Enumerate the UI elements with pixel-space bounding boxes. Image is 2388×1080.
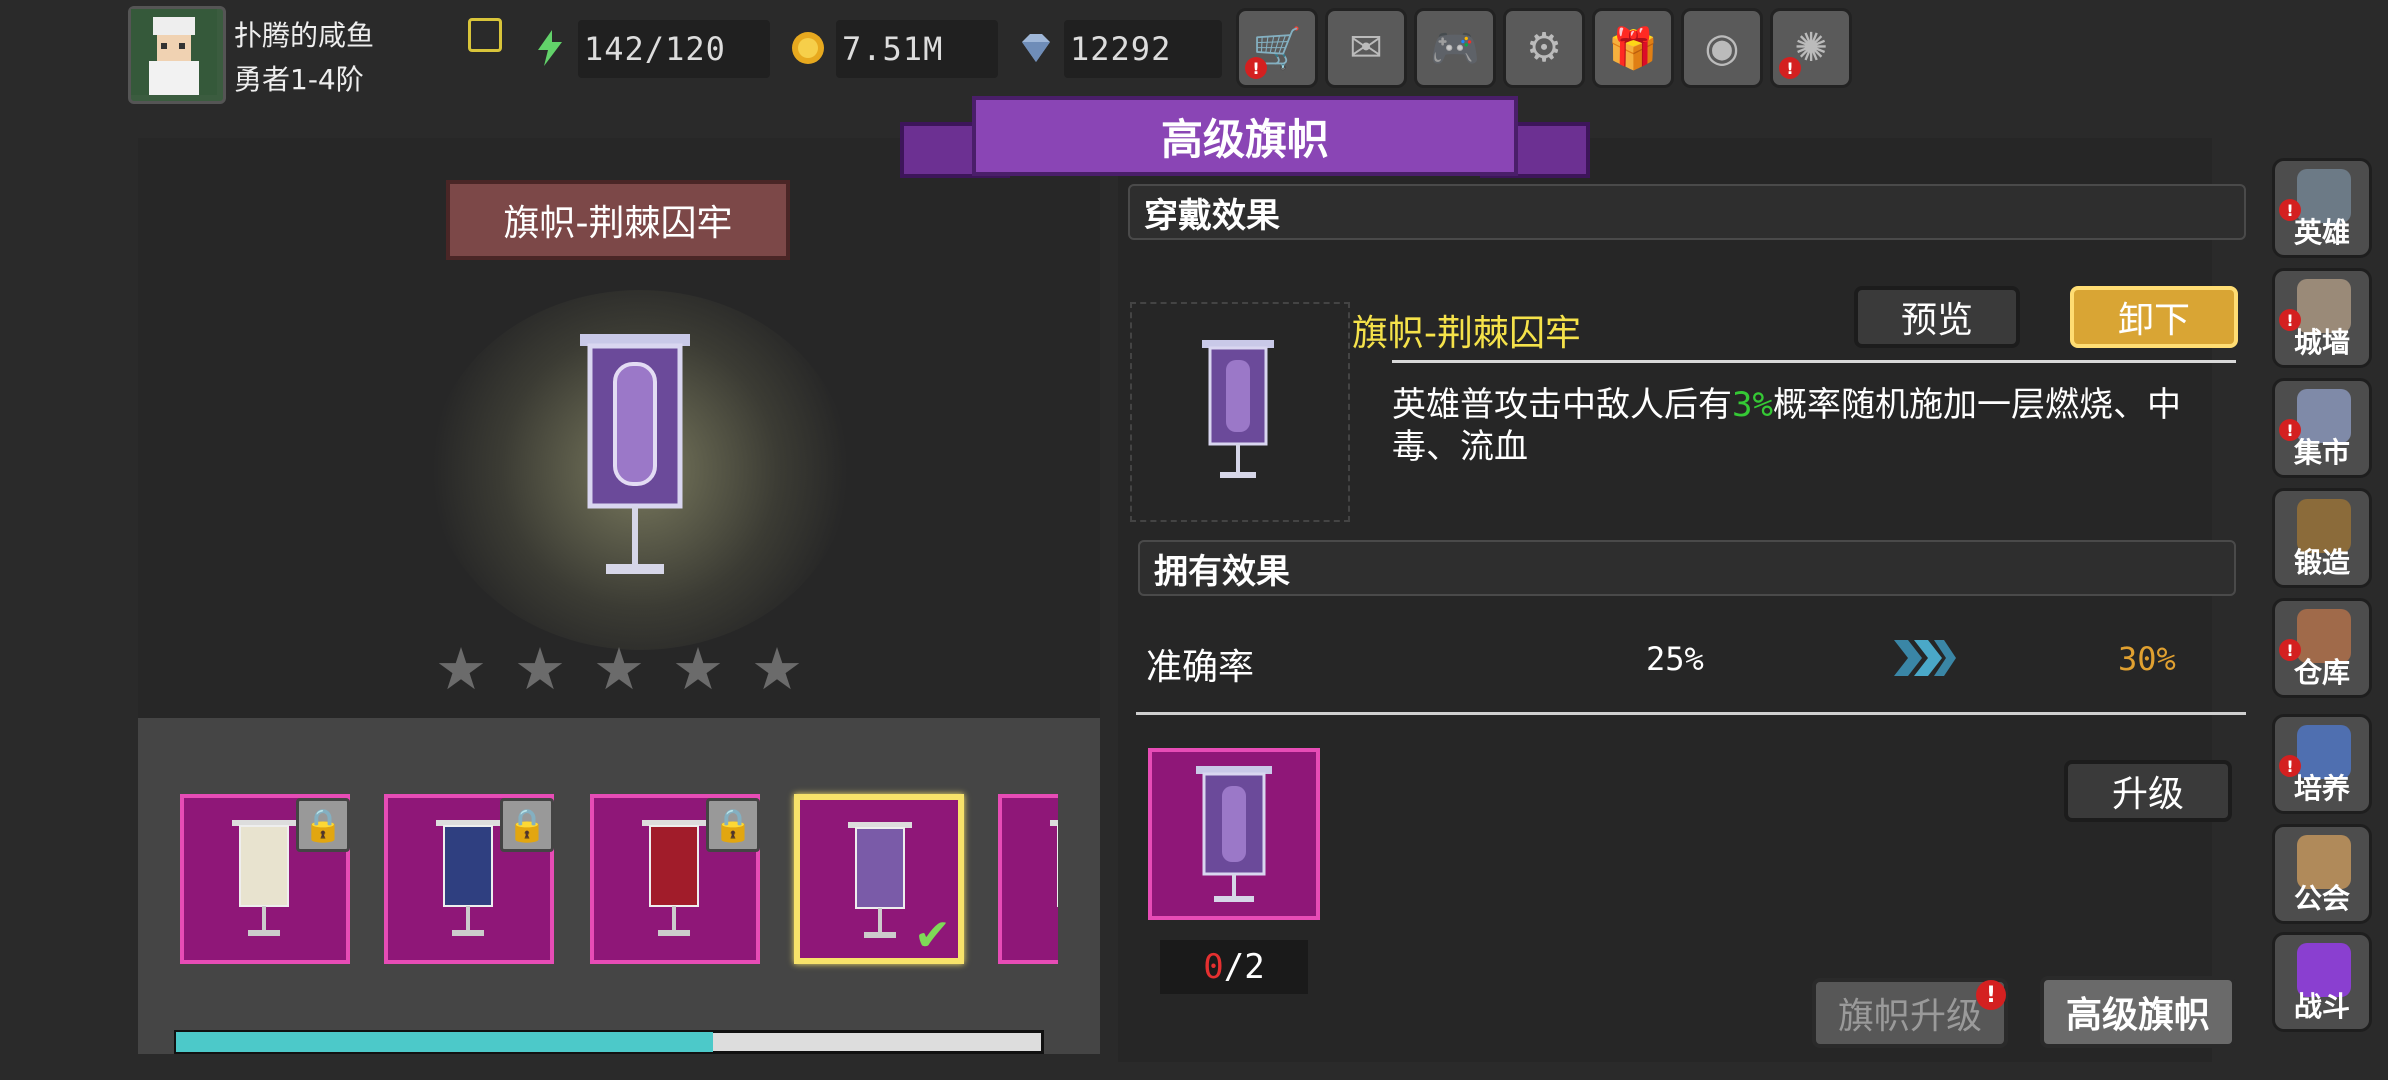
alert-icon: ! xyxy=(1245,57,1267,79)
stat-name: 准确率 xyxy=(1146,647,1255,688)
equipped-check-icon: ✔ xyxy=(914,910,951,961)
own-effect-header: 拥有效果 xyxy=(1138,540,2236,596)
side-menu-label: 培养 xyxy=(2293,772,2350,805)
selected-banner-nameplate: 旗帜-荆棘囚牢 xyxy=(446,180,790,260)
mail-button[interactable]: ✉ xyxy=(1325,8,1407,88)
selected-banner-icon xyxy=(580,334,690,574)
gem-counter: 12292 xyxy=(1064,20,1222,78)
edit-name-icon[interactable] xyxy=(468,18,502,52)
gift-icon: 🎁 xyxy=(1608,25,1658,72)
desc-percent: 3% xyxy=(1732,385,1773,425)
banner-upgrade-alert-icon: ! xyxy=(1976,980,2006,1010)
banner-detail-panel xyxy=(1118,138,2212,1062)
side-menu-helmet[interactable]: ! 英雄 xyxy=(2272,158,2372,258)
gold-coin-icon xyxy=(792,32,824,64)
side-menu-trophy[interactable]: ! 培养 xyxy=(2272,714,2372,814)
shop-button[interactable]: 🛒! xyxy=(1236,8,1318,88)
side-menu-market[interactable]: ! 集市 xyxy=(2272,378,2372,478)
name-divider xyxy=(1392,360,2236,363)
unequip-button[interactable]: 卸下 xyxy=(2070,286,2238,348)
gear-icon: ⚙ xyxy=(1526,25,1562,71)
side-menu-label: 集市 xyxy=(2293,436,2350,469)
title-banner: 高级旗帜 xyxy=(900,92,1590,188)
star-icon: ★ xyxy=(435,635,487,703)
side-menu-warehouse[interactable]: ! 仓库 xyxy=(2272,598,2372,698)
star-icon: ★ xyxy=(514,635,566,703)
star-icon: ★ xyxy=(751,635,803,703)
energy-icon xyxy=(538,30,562,66)
gamepad-button[interactable]: 🎮 xyxy=(1414,8,1496,88)
equipped-banner-icon xyxy=(1202,340,1274,478)
upgrade-button[interactable]: 升级 xyxy=(2064,760,2232,822)
equipped-banner-name: 旗帜-荆棘囚牢 xyxy=(1352,313,1581,354)
stat-next-value: 30% xyxy=(2118,640,2176,678)
material-count: 0/2 xyxy=(1160,940,1308,994)
alert-icon: ! xyxy=(1779,57,1801,79)
side-menu-label: 城墙 xyxy=(2293,326,2350,359)
side-menu-guild[interactable]: 公会 xyxy=(2272,824,2372,924)
banner-slot[interactable]: ✔ xyxy=(794,794,964,964)
banner-slot[interactable]: 🔒 xyxy=(590,794,760,964)
star-icon: ★ xyxy=(672,635,724,703)
side-menu-label: 仓库 xyxy=(2293,656,2350,689)
color-wheel-button[interactable]: ◉ xyxy=(1681,8,1763,88)
player-name: 扑腾的咸鱼 xyxy=(234,19,375,52)
upgrade-material-banner-icon xyxy=(1196,766,1272,902)
collection-scroll-thumb[interactable] xyxy=(176,1032,713,1052)
page-title: 高级旗帜 xyxy=(972,96,1518,176)
gold-counter: 7.51M xyxy=(836,20,998,78)
wear-effect-header: 穿戴效果 xyxy=(1128,184,2246,240)
upgrade-material-slot[interactable] xyxy=(1148,748,1320,920)
energy-counter: 142/120 xyxy=(578,20,770,78)
stat-current-value: 25% xyxy=(1646,640,1704,678)
preview-button[interactable]: 预览 xyxy=(1854,286,2020,348)
gift-button[interactable]: 🎁 xyxy=(1592,8,1674,88)
mail-icon: ✉ xyxy=(1349,25,1383,71)
side-menu-label: 英雄 xyxy=(2293,216,2350,249)
lock-icon: 🔒 xyxy=(296,798,350,852)
side-menu-wall[interactable]: ! 城墙 xyxy=(2272,268,2372,368)
gem-icon xyxy=(1022,34,1050,62)
player-avatar[interactable] xyxy=(128,6,226,104)
side-menu-label: 锻造 xyxy=(2293,546,2350,579)
upgrade-arrow-icon xyxy=(1894,640,1956,676)
player-rank: 勇者1-4阶 xyxy=(234,63,364,96)
material-have: 0 xyxy=(1203,947,1224,987)
banner-slot[interactable]: 🔒 xyxy=(384,794,554,964)
banner-slot[interactable]: 🔒 xyxy=(180,794,350,964)
material-need: /2 xyxy=(1223,947,1265,987)
star-icon: ★ xyxy=(593,635,645,703)
lock-icon: 🔒 xyxy=(706,798,760,852)
advanced-banner-tab[interactable]: 高级旗帜 xyxy=(2040,976,2236,1048)
settings-button[interactable]: ⚙ xyxy=(1503,8,1585,88)
banner-slot[interactable] xyxy=(998,794,1058,964)
side-menu-label: 公会 xyxy=(2293,882,2350,915)
wear-effect-description: 英雄普攻击中敌人后有3%概率随机施加一层燃烧、中毒、流血 xyxy=(1392,384,2242,468)
side-menu-anvil[interactable]: 锻造 xyxy=(2272,488,2372,588)
side-menu-portal[interactable]: 战斗 xyxy=(2272,932,2372,1032)
fireworks-button[interactable]: ✺! xyxy=(1770,8,1852,88)
lock-icon: 🔒 xyxy=(500,798,554,852)
stat-divider xyxy=(1136,712,2246,715)
gamepad-icon: 🎮 xyxy=(1430,25,1480,72)
side-menu-label: 战斗 xyxy=(2293,990,2350,1023)
avatar-portrait-icon xyxy=(131,9,217,95)
color-wheel-icon: ◉ xyxy=(1704,25,1740,71)
desc-text-pre: 英雄普攻击中敌人后有 xyxy=(1392,385,1732,425)
banner-thumbnail-icon xyxy=(1050,820,1058,907)
